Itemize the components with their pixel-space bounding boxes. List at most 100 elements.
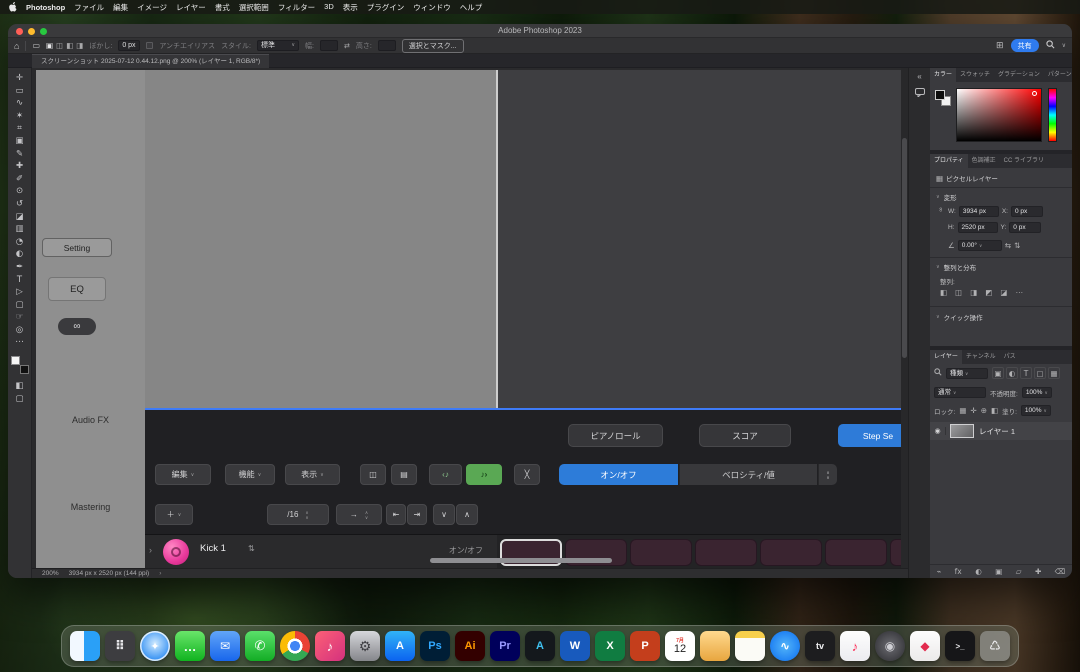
flip-vertical-icon[interactable]: ⇅ — [1014, 241, 1020, 250]
panel-tab[interactable]: グラデーション — [994, 68, 1044, 82]
antialias-checkbox[interactable] — [146, 42, 153, 49]
history-brush-tool[interactable]: ↺ — [16, 198, 23, 211]
align-icon[interactable]: ◫ — [955, 288, 962, 297]
dock-premiere-pro[interactable]: Pr — [490, 631, 520, 661]
layer-row[interactable]: ◉ レイヤー 1 — [930, 422, 1072, 440]
swap-dimensions-icon[interactable]: ⇄ — [344, 42, 350, 50]
dock-system-settings[interactable]: ⚙ — [350, 631, 380, 661]
step-cell[interactable] — [760, 539, 822, 566]
edit-toolbar-icon[interactable]: ⋯ — [15, 336, 24, 349]
menu-app-name[interactable]: Photoshop — [26, 3, 65, 12]
menu-item[interactable]: ファイル — [74, 2, 104, 13]
menu-item[interactable]: フィルター — [278, 2, 315, 13]
panel-tab[interactable]: パス — [1000, 350, 1020, 364]
clone-stamp-tool[interactable]: ⊙ — [16, 185, 23, 198]
step-cell[interactable] — [630, 539, 692, 566]
layer-name[interactable]: レイヤー 1 — [979, 426, 1015, 437]
background-color-swatch[interactable] — [20, 365, 29, 374]
dock-folder[interactable] — [700, 631, 730, 661]
menu-item[interactable]: 編集 — [113, 2, 128, 13]
dock-chrome[interactable] — [280, 631, 310, 661]
height-value-field[interactable]: 2520 px — [958, 222, 998, 233]
menu-item[interactable]: 表示 — [343, 2, 358, 13]
move-tool[interactable]: ✛ — [16, 72, 23, 85]
layer-filter-icon[interactable]: ◐ — [1006, 367, 1018, 379]
status-chevron-icon[interactable]: › — [159, 570, 161, 577]
angle-field[interactable]: 0.00°∨ — [958, 240, 1002, 251]
dock-red-white-app[interactable]: ◆ — [910, 631, 940, 661]
fill-field[interactable]: 100%∨ — [1021, 405, 1051, 416]
menu-item[interactable]: 書式 — [215, 2, 230, 13]
dock-music-alt[interactable]: ♪ — [315, 631, 345, 661]
panel-tab[interactable]: CC ライブラリ — [1000, 154, 1048, 168]
dock-messages[interactable]: … — [175, 631, 205, 661]
width-value-field[interactable]: 3934 px — [959, 206, 999, 217]
dodge-tool[interactable]: ◐ — [16, 248, 23, 261]
scrollbar-thumb[interactable] — [902, 138, 907, 358]
hand-tool[interactable]: ☞ — [16, 311, 24, 324]
foreground-color-swatch[interactable] — [935, 90, 945, 100]
dock-excel[interactable]: X — [595, 631, 625, 661]
layer-thumbnail[interactable] — [950, 424, 974, 438]
dock-terminal[interactable]: >_ — [945, 631, 975, 661]
layer-filter-icon[interactable]: ▣ — [992, 367, 1004, 379]
blur-tool[interactable]: ◔ — [16, 236, 23, 249]
flip-horizontal-icon[interactable]: ⇆ — [1005, 241, 1011, 250]
brush-tool[interactable]: ✐ — [16, 173, 23, 186]
panel-tab[interactable]: スウォッチ — [956, 68, 994, 82]
opacity-field[interactable]: 100%∨ — [1022, 387, 1052, 398]
menu-item[interactable]: 選択範囲 — [239, 2, 269, 13]
dock-camera-app[interactable]: ◉ — [875, 631, 905, 661]
layer-filter-icon[interactable]: ▦ — [1048, 367, 1060, 379]
dock-facetime[interactable]: ✆ — [245, 631, 275, 661]
layers-panel-action-icon[interactable]: fx — [955, 567, 962, 576]
menu-item[interactable]: レイヤー — [176, 2, 206, 13]
dock-app-store[interactable]: A — [385, 631, 415, 661]
step-cell[interactable] — [825, 539, 887, 566]
menu-item[interactable]: ウィンドウ — [413, 2, 451, 13]
layer-visibility-eye-icon[interactable]: ◉ — [930, 427, 946, 435]
type-tool[interactable]: T — [17, 274, 22, 287]
lasso-tool[interactable]: ∿ — [16, 97, 23, 110]
shape-tool[interactable]: ▢ — [15, 299, 23, 312]
workspace-grid-icon[interactable]: ⊞ — [996, 40, 1004, 51]
dock-powerpoint[interactable]: P — [630, 631, 660, 661]
selection-mode-icon[interactable]: ▣ — [46, 41, 53, 50]
selection-mode-icon[interactable]: ◨ — [76, 41, 83, 50]
step-cell[interactable] — [890, 539, 901, 566]
quick-mask-icon[interactable]: ◧ — [15, 380, 23, 393]
step-cell[interactable] — [695, 539, 757, 566]
canvas-vertical-scrollbar[interactable] — [901, 68, 908, 568]
document-tab[interactable]: スクリーンショット 2025-07-12 0.44.12.png @ 200% … — [32, 54, 269, 68]
selection-mode-icon[interactable]: ◫ — [56, 41, 63, 50]
panel-tab[interactable]: パターン — [1044, 68, 1072, 82]
comments-icon[interactable] — [915, 88, 925, 99]
menu-item[interactable]: 3D — [324, 2, 334, 13]
quick-actions-section-label[interactable]: クイック操作 — [944, 312, 983, 322]
frame-tool[interactable]: ▣ — [15, 135, 23, 148]
panel-color-swatches[interactable] — [935, 90, 951, 106]
marquee-tool[interactable]: ▭ — [15, 85, 23, 98]
hue-slider[interactable] — [1048, 88, 1057, 142]
dock-notes[interactable] — [735, 631, 765, 661]
align-icon[interactable]: ⋯ — [1015, 288, 1023, 297]
color-picker-marker[interactable] — [1032, 91, 1037, 96]
canvas-area[interactable]: Setting EQ ∞ Audio FX Mastering ピアノロール ス… — [32, 68, 908, 568]
align-icon[interactable]: ◧ — [940, 288, 947, 297]
dock-mail[interactable]: ✉ — [210, 631, 240, 661]
layers-panel-action-icon[interactable]: ▱ — [1016, 567, 1022, 576]
width-input[interactable] — [320, 40, 338, 51]
share-button[interactable]: 共有 — [1011, 39, 1039, 52]
panel-tab[interactable]: レイヤー — [930, 350, 962, 364]
layers-panel-action-icon[interactable]: ⌁ — [937, 567, 942, 576]
align-section-label[interactable]: 整列と分布 — [944, 262, 977, 272]
collapse-panels-icon[interactable]: « — [917, 72, 921, 81]
window-title-bar[interactable]: Adobe Photoshop 2023 — [8, 24, 1072, 38]
align-icon[interactable]: ◨ — [970, 288, 977, 297]
layers-panel-action-icon[interactable]: ⌫ — [1055, 567, 1066, 576]
gradient-tool[interactable]: ▥ — [15, 223, 23, 236]
dock-finder[interactable] — [70, 631, 100, 661]
lock-icon[interactable]: ▦ — [959, 406, 966, 415]
marquee-tool-preset-icon[interactable]: ▭ — [32, 41, 40, 50]
dock-photoshop[interactable]: Ps — [420, 631, 450, 661]
